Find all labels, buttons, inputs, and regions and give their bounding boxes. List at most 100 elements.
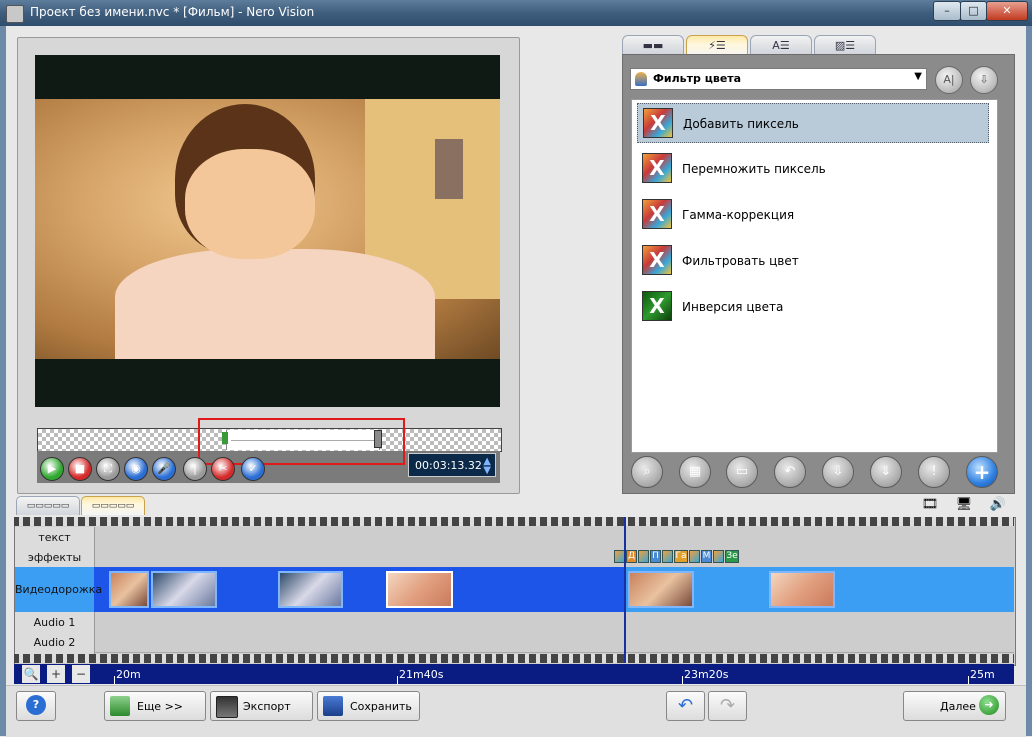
mic-button[interactable]: 🎤 [152, 457, 176, 481]
export-button[interactable]: Экспорт [210, 691, 313, 721]
split-button[interactable]: | [183, 457, 207, 481]
effect-label: Гамма-коррекция [682, 208, 795, 222]
speaker-icon[interactable]: 🔊 [989, 496, 1007, 514]
maximize-button[interactable]: □ [960, 1, 987, 21]
split-icon: | [193, 462, 197, 475]
timecode-field[interactable]: 00:03:13.32 ▲ ▼ [408, 453, 496, 477]
video-clip-selected[interactable] [386, 571, 453, 608]
cut-button[interactable]: ✂ [211, 457, 235, 481]
ruler-label: 20m [116, 668, 141, 681]
minimize-button[interactable]: – [933, 1, 961, 21]
fullscreen-icon: ⛶ [104, 462, 112, 475]
effect-chip-icon[interactable] [638, 550, 649, 563]
effect-icon: X [642, 199, 672, 229]
tab-transitions[interactable]: ▨☰ [814, 35, 876, 55]
zoom-out-icon[interactable]: − [72, 665, 90, 683]
effect-item[interactable]: X Добавить пиксель [637, 103, 989, 143]
monitor-icon[interactable]: 🖥 [955, 496, 973, 514]
delete-button[interactable]: ▭ [726, 456, 758, 488]
time-ruler[interactable] [14, 664, 1014, 684]
film-properties-button[interactable]: ▦ [679, 456, 711, 488]
effect-chip[interactable]: М [701, 550, 712, 563]
preview-search-button[interactable]: ⌕ [631, 456, 663, 488]
snapshot-button[interactable]: ◉ [124, 457, 148, 481]
effect-chip[interactable]: П [650, 550, 661, 563]
warning-button[interactable]: ! [918, 456, 950, 488]
tab-text[interactable]: A☰ [750, 35, 812, 55]
save-button[interactable]: Сохранить [317, 691, 420, 721]
redo-button[interactable]: ↷ [708, 691, 747, 721]
effect-label: Инверсия цвета [682, 300, 784, 314]
cut-icon: ✂ [218, 462, 228, 475]
zoom-in-icon[interactable]: + [47, 665, 65, 683]
window-frame-right [1026, 26, 1032, 736]
timeline-tab[interactable]: ▭▭▭▭▭ [81, 496, 145, 515]
fullscreen-button[interactable]: ⛶ [96, 457, 120, 481]
download-button[interactable]: ⇩ [970, 66, 998, 94]
effect-item[interactable]: X Инверсия цвета [637, 287, 989, 327]
text-track[interactable] [95, 527, 1014, 548]
storyboard-tab[interactable]: ▭▭▭▭▭ [16, 496, 80, 515]
ruler-tick [682, 676, 683, 684]
effect-chip-icon[interactable] [662, 550, 673, 563]
more-label: Еще >> [137, 700, 184, 713]
track-label-audio2: Audio 2 [33, 636, 76, 649]
move-bottom-button[interactable]: ⇓ [870, 456, 902, 488]
effect-item[interactable]: X Перемножить пиксель [637, 149, 989, 189]
move-down-icon: ⇩ [832, 464, 844, 479]
close-button[interactable]: ✕ [986, 1, 1028, 21]
stop-button[interactable]: ■ [68, 457, 92, 481]
effect-chip[interactable]: Д [626, 550, 637, 563]
track-label-effects: эффекты [27, 551, 82, 564]
chevron-down-icon[interactable]: ▼ [914, 71, 922, 82]
audio2-track[interactable] [95, 632, 1014, 653]
next-button[interactable]: Далее ➜ [903, 691, 1006, 721]
effect-item[interactable]: X Фильтровать цвет [637, 241, 989, 281]
stop-icon: ■ [74, 462, 86, 475]
more-button[interactable]: Еще >> [104, 691, 206, 721]
playhead[interactable] [624, 517, 626, 663]
text-info-button[interactable]: A| [935, 66, 963, 94]
effect-chip-icon[interactable] [689, 550, 700, 563]
track-label-audio1: Audio 1 [33, 616, 76, 629]
filmstrip-icon[interactable]: 🎞 [921, 496, 939, 514]
video-tab-icon: ▬▬ [642, 39, 664, 52]
user-icon [635, 72, 647, 86]
effects-track[interactable] [95, 547, 1014, 568]
effect-label: Перемножить пиксель [682, 162, 826, 176]
ruler-tick [397, 676, 398, 684]
delete-icon: ▭ [735, 464, 749, 479]
play-button[interactable]: ▶ [40, 457, 64, 481]
storyboard-tab-icon: ▭▭▭▭▭ [26, 501, 70, 511]
timecode-spinner[interactable]: ▲ ▼ [483, 457, 491, 476]
video-clip[interactable] [109, 571, 149, 608]
video-clip[interactable] [769, 571, 835, 608]
track-label-text: текст [38, 531, 71, 544]
effect-chip-icon[interactable] [713, 550, 724, 563]
video-clip[interactable] [628, 571, 694, 608]
mic-icon: 🎤 [157, 462, 171, 475]
video-clip[interactable] [151, 571, 217, 608]
effect-item[interactable]: X Гамма-коррекция [637, 195, 989, 235]
app-icon [6, 5, 24, 23]
audio1-track[interactable] [95, 612, 1014, 633]
zoom-fit-icon[interactable]: 🔍 [22, 665, 40, 683]
save-icon [323, 696, 343, 716]
spin-down-icon[interactable]: ▼ [483, 465, 491, 476]
move-down-button[interactable]: ⇩ [822, 456, 854, 488]
effect-chip[interactable]: Зе [725, 550, 739, 563]
tab-video[interactable]: ▬▬ [622, 35, 684, 55]
effect-chip[interactable]: Га [674, 550, 688, 563]
video-clip[interactable] [278, 571, 343, 608]
filter-category-select[interactable]: Фильтр цвета ▼ [630, 68, 927, 90]
undo-button[interactable]: ↶ [666, 691, 705, 721]
undo-button[interactable]: ↶ [774, 456, 806, 488]
apply-button[interactable]: ✓ [241, 457, 265, 481]
timeline-filmstrip-bottom [14, 654, 1014, 663]
help-button[interactable]: ? [16, 691, 56, 721]
effect-label: Фильтровать цвет [682, 254, 799, 268]
effect-icon: X [643, 108, 673, 138]
add-effect-button[interactable]: + [966, 456, 998, 488]
play-icon: ▶ [47, 462, 57, 475]
add-effect-icon: + [973, 460, 991, 484]
